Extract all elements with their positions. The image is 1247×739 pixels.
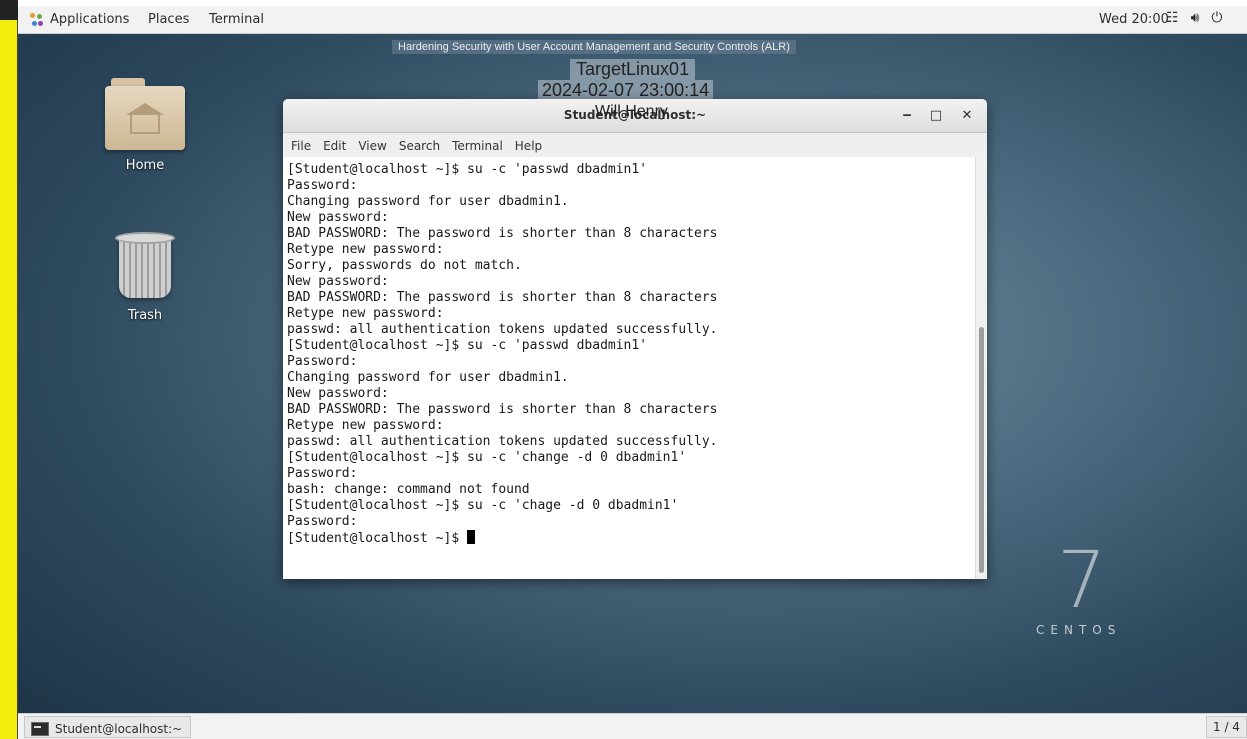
places-menu[interactable]: Places xyxy=(148,12,189,27)
menu-help[interactable]: Help xyxy=(515,139,542,157)
clock[interactable]: Wed 20:00 xyxy=(1099,12,1169,27)
volume-icon[interactable]: 🔊︎ xyxy=(1191,10,1200,26)
terminal-line: [Student@localhost ~]$ su -c 'passwd dba… xyxy=(287,162,648,177)
desktop-icon-label: Trash xyxy=(127,308,163,323)
applications-label: Applications xyxy=(50,12,130,27)
workspace-switcher[interactable]: 1 / 4 xyxy=(1206,716,1247,738)
desktop-icon-label: Home xyxy=(125,158,165,173)
menu-search[interactable]: Search xyxy=(399,139,440,157)
taskbar-item-terminal[interactable]: Student@localhost:~ xyxy=(24,716,192,738)
trash-icon xyxy=(115,228,175,300)
yellow-sidebar xyxy=(0,0,18,739)
text-cursor xyxy=(467,530,476,544)
menu-file[interactable]: File xyxy=(291,139,311,157)
applications-menu[interactable]: Applications xyxy=(30,12,129,27)
menu-terminal[interactable]: Terminal xyxy=(452,139,503,157)
centos-brand-text: CENTOS xyxy=(1036,623,1122,637)
terminal-scrollbar[interactable] xyxy=(975,157,987,579)
system-tray[interactable]: ☷ 🔊︎ ⏻ xyxy=(1166,10,1222,26)
corner-block xyxy=(0,0,18,20)
terminal-menu[interactable]: Terminal xyxy=(209,12,264,27)
user-watermark: Will Henry xyxy=(595,103,668,120)
terminal-line: bash: change: command not found xyxy=(287,482,530,497)
minimize-button[interactable]: ‒ xyxy=(897,106,917,126)
maximize-button[interactable]: □ xyxy=(926,106,946,126)
scrollbar-thumb[interactable] xyxy=(979,327,984,573)
terminal-output[interactable]: [Student@localhost ~]$ su -c 'passwd dba… xyxy=(283,157,975,579)
terminal-line: Password: xyxy=(287,466,358,481)
power-icon[interactable]: ⏻ xyxy=(1211,10,1222,26)
window-titlebar[interactable]: Student@localhost:~ Will Henry ‒ □ ✕ xyxy=(283,99,987,133)
close-button[interactable]: ✕ xyxy=(957,106,977,126)
terminal-line: BAD PASSWORD: The password is shorter th… xyxy=(287,290,718,305)
datetime-watermark: 2024-02-07 23:00:14 xyxy=(538,80,714,101)
terminal-line: passwd: all authentication tokens update… xyxy=(287,434,718,449)
home-folder-icon xyxy=(105,76,185,150)
terminal-prompt-line[interactable]: [Student@localhost ~]$ xyxy=(287,530,975,547)
terminal-line: BAD PASSWORD: The password is shorter th… xyxy=(287,226,718,241)
hostname-watermark: TargetLinux01 xyxy=(570,59,696,80)
terminal-line: [Student@localhost ~]$ su -c 'change -d … xyxy=(287,450,687,465)
terminal-line: Retype new password: xyxy=(287,242,444,257)
terminal-line: New password: xyxy=(287,386,389,401)
terminal-icon xyxy=(31,721,49,736)
terminal-prompt: [Student@localhost ~]$ xyxy=(287,531,468,546)
terminal-line: Changing password for user dbadmin1. xyxy=(287,194,569,209)
terminal-line: BAD PASSWORD: The password is shorter th… xyxy=(287,402,718,417)
top-panel: Applications Places Terminal Wed 20:00 ☷… xyxy=(18,6,1247,34)
desktop-icon-trash[interactable]: Trash xyxy=(90,228,200,323)
terminal-line: Sorry, passwords do not match. xyxy=(287,258,522,273)
terminal-line: [Student@localhost ~]$ su -c 'chage -d 0… xyxy=(287,498,679,513)
terminal-line: Password: xyxy=(287,514,358,529)
terminal-line: Retype new password: xyxy=(287,418,444,433)
menu-view[interactable]: View xyxy=(358,139,386,157)
terminal-line: New password: xyxy=(287,210,389,225)
terminal-line: New password: xyxy=(287,274,389,289)
bottom-panel: Student@localhost:~ 1 / 4 xyxy=(18,713,1247,739)
network-icon[interactable]: ☷ xyxy=(1166,10,1179,26)
desktop-screen: Applications Places Terminal Wed 20:00 ☷… xyxy=(18,6,1247,739)
terminal-line: [Student@localhost ~]$ su -c 'passwd dba… xyxy=(287,338,648,353)
terminal-line: Retype new password: xyxy=(287,306,444,321)
course-watermark: Hardening Security with User Account Man… xyxy=(392,40,796,54)
menu-edit[interactable]: Edit xyxy=(323,139,346,157)
applications-icon xyxy=(30,12,44,27)
terminal-line: Password: xyxy=(287,178,358,193)
terminal-menubar: File Edit View Search Terminal Help xyxy=(283,133,987,157)
terminal-window[interactable]: Student@localhost:~ Will Henry ‒ □ ✕ Fil… xyxy=(283,99,987,579)
centos-version-number: 7 xyxy=(1057,536,1107,626)
terminal-line: Password: xyxy=(287,354,358,369)
terminal-line: Changing password for user dbadmin1. xyxy=(287,370,569,385)
terminal-line: passwd: all authentication tokens update… xyxy=(287,322,718,337)
taskbar-item-label: Student@localhost:~ xyxy=(55,721,183,736)
desktop-icon-home[interactable]: Home xyxy=(90,76,200,173)
